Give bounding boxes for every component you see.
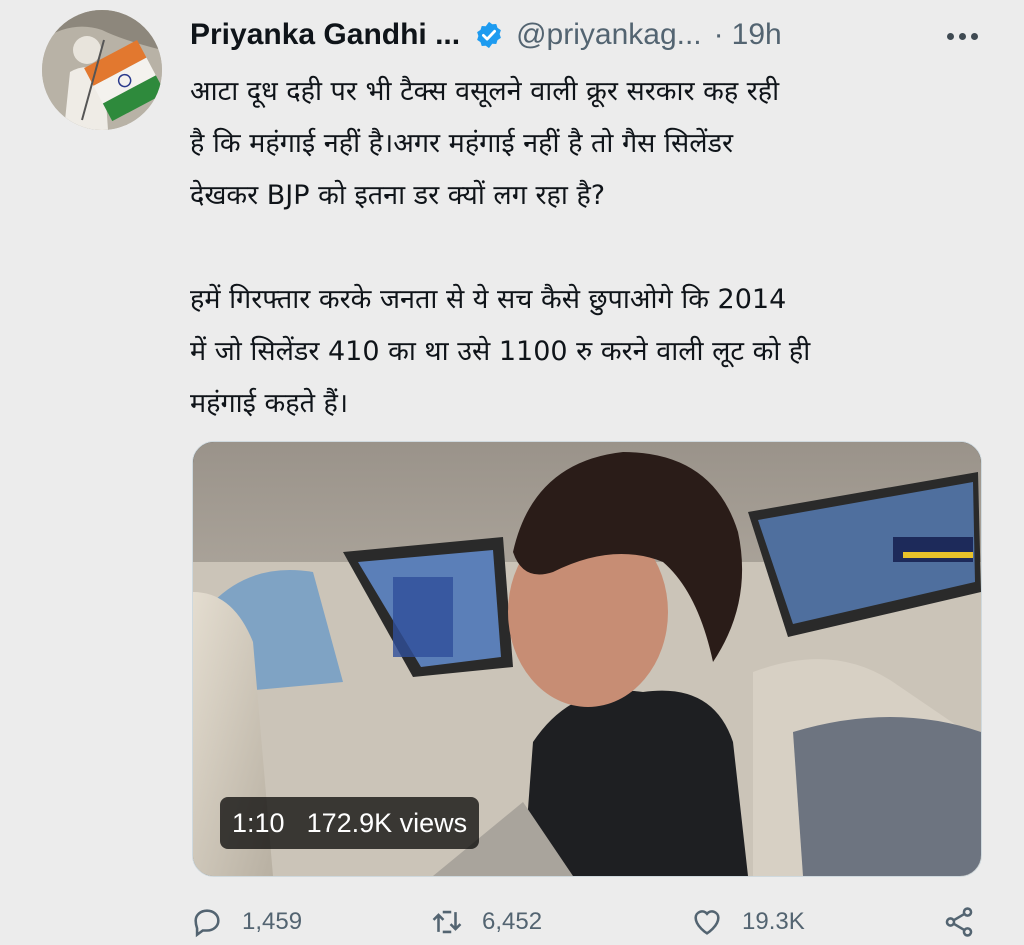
author-name[interactable]: Priyanka Gandhi ... xyxy=(190,18,460,52)
tweet-text-line: महंगाई कहते हैं। xyxy=(190,388,349,419)
like-count: 19.3K xyxy=(742,908,805,935)
tweet-text-line: में जो सिलेंडर 410 का था उसे 1100 रु करन… xyxy=(190,336,811,367)
video-duration: 1:10 xyxy=(232,807,285,838)
separator-dot: · xyxy=(713,18,724,51)
retweet-button[interactable]: 6,452 xyxy=(430,905,542,939)
tweet-text-line: देखकर BJP को इतना डर क्यों लग रहा है? xyxy=(190,180,606,211)
author-handle[interactable]: @priyankag... xyxy=(516,18,702,52)
tweet-text: आटा दूध दही पर भी टैक्स वसूलने वाली क्रू… xyxy=(190,66,990,430)
avatar-image xyxy=(42,10,162,130)
tweet-text-line: हमें गिरफ्तार करके जनता से ये सच कैसे छु… xyxy=(190,284,787,315)
reply-count: 1,459 xyxy=(242,908,303,935)
video-info-badge: 1:10 172.9K views xyxy=(220,797,480,849)
like-button[interactable]: 19.3K xyxy=(690,905,805,939)
tweet: Priyanka Gandhi ... @priyankag... · 19h … xyxy=(0,0,1024,938)
timestamp[interactable]: 19h xyxy=(732,18,782,52)
more-options-icon[interactable] xyxy=(938,18,986,54)
tweet-actions: 1,459 6,452 19.3K xyxy=(190,905,990,945)
reply-button[interactable]: 1,459 xyxy=(190,905,302,939)
share-icon xyxy=(945,907,973,937)
verified-badge-icon xyxy=(474,20,504,50)
video-views: 172.9K views xyxy=(306,807,468,838)
heart-icon xyxy=(694,910,720,935)
tweet-text-line: आटा दूध दही पर भी टैक्स वसूलने वाली क्रू… xyxy=(190,76,780,107)
share-button[interactable] xyxy=(942,905,976,939)
avatar[interactable] xyxy=(42,10,162,130)
retweet-icon xyxy=(432,910,462,934)
reply-icon xyxy=(194,909,220,938)
retweet-count: 6,452 xyxy=(482,908,543,935)
tweet-text-line: है कि महंगाई नहीं है।अगर महंगाई नहीं है … xyxy=(190,128,734,159)
tweet-header: Priyanka Gandhi ... @priyankag... · 19h xyxy=(190,12,782,58)
